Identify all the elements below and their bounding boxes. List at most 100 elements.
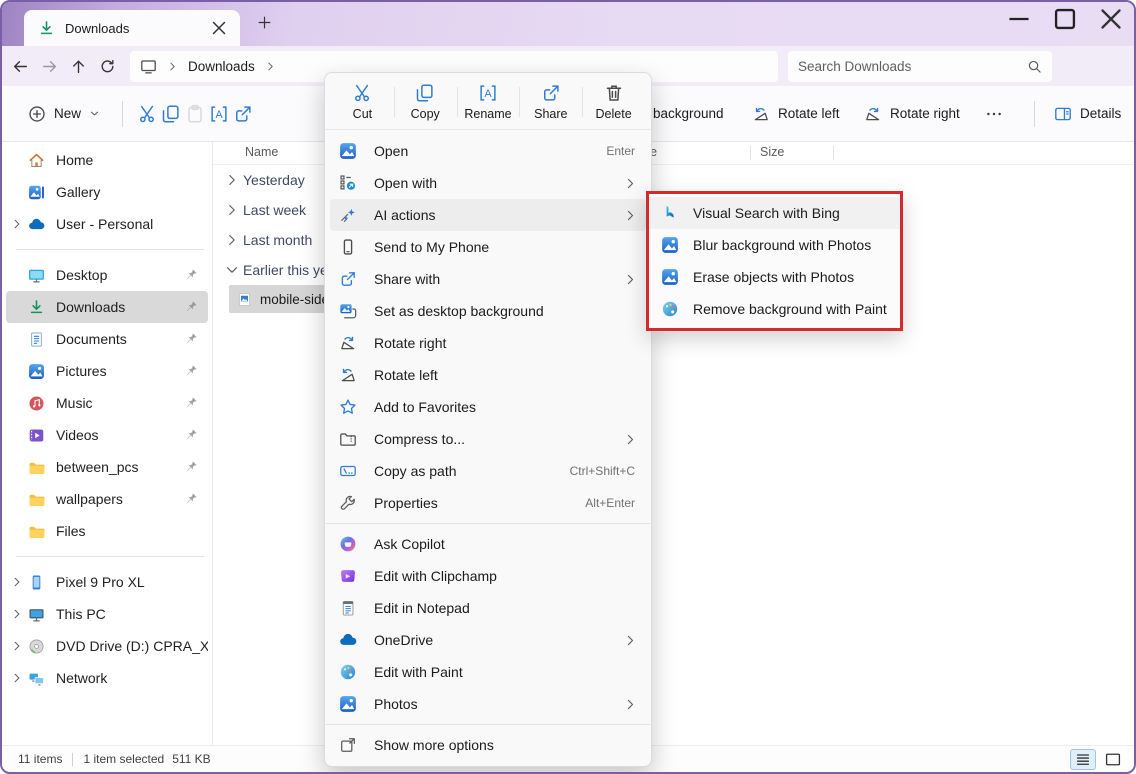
sidebar-item-downloads[interactable]: Downloads: [6, 291, 208, 323]
maximize-button[interactable]: [1042, 2, 1088, 36]
chevron-right-icon[interactable]: [6, 218, 28, 230]
menu-item-rotate-right[interactable]: Rotate right: [330, 327, 646, 359]
new-tab-button[interactable]: [256, 14, 273, 31]
column-size[interactable]: Size: [760, 145, 784, 159]
menu-item-copy-as-path[interactable]: Copy as pathCtrl+Shift+C: [330, 455, 646, 487]
menu-item-open[interactable]: OpenEnter: [330, 135, 646, 167]
menu-item-edit-with-paint[interactable]: Edit with Paint: [330, 656, 646, 688]
menu-item-onedrive[interactable]: OneDrive: [330, 624, 646, 656]
disc-icon: [28, 638, 45, 655]
menu-item-send-to-my-phone[interactable]: Send to My Phone: [330, 231, 646, 263]
cmd-rename-button[interactable]: ARename: [457, 77, 520, 127]
menu-item-share-with[interactable]: Share with: [330, 263, 646, 295]
menu-item-edit-in-notepad[interactable]: Edit in Notepad: [330, 592, 646, 624]
ai-submenu-item-remove-background-with-paint[interactable]: Remove background with Paint: [649, 293, 900, 325]
ai-submenu-item-blur-background-with-photos[interactable]: Blur background with Photos: [649, 229, 900, 261]
menu-item-add-to-favorites[interactable]: Add to Favorites: [330, 391, 646, 423]
share-button[interactable]: [233, 104, 253, 124]
thumbnail-view-toggle[interactable]: [1100, 749, 1126, 770]
details-toggle-button[interactable]: Details: [1054, 86, 1121, 141]
cut-button[interactable]: [137, 104, 157, 124]
ai-submenu-item-visual-search-with-bing[interactable]: Visual Search with Bing: [649, 197, 900, 229]
menu-item-label: Photos: [374, 696, 624, 712]
forward-button[interactable]: [41, 58, 58, 75]
folder-icon: [28, 459, 45, 476]
sidebar-item-videos[interactable]: Videos: [6, 419, 208, 451]
menu-item-set-as-desktop-background[interactable]: Set as desktop background: [330, 295, 646, 327]
up-button[interactable]: [70, 58, 87, 75]
chevron-right-icon[interactable]: [225, 173, 239, 187]
sidebar-item-network[interactable]: Network: [6, 662, 208, 694]
sidebar-item-dvd-drive-d-cpra-x64fre[interactable]: DVD Drive (D:) CPRA_X64FRE_: [6, 630, 208, 662]
window-controls: [996, 2, 1134, 36]
breadcrumb-location[interactable]: Downloads: [188, 59, 255, 74]
chevron-right-icon[interactable]: [6, 576, 28, 588]
menu-item-compress-to[interactable]: Compress to...: [330, 423, 646, 455]
menu-item-photos[interactable]: Photos: [330, 688, 646, 720]
copy-icon: [415, 83, 435, 103]
cmd-copy-button[interactable]: Copy: [394, 77, 457, 127]
tab-downloads[interactable]: Downloads: [24, 10, 240, 46]
sidebar-item-this-pc[interactable]: This PC: [6, 598, 208, 630]
file-explorer-window: Downloads Downloads Ne: [0, 0, 1136, 774]
sidebar-item-music[interactable]: Music: [6, 387, 208, 419]
column-divider[interactable]: [750, 146, 751, 160]
sidebar-item-gallery[interactable]: Gallery: [6, 176, 208, 208]
sidebar-item-between-pcs[interactable]: between_pcs: [6, 451, 208, 483]
close-button[interactable]: [1088, 2, 1134, 36]
menu-item-label: Edit in Notepad: [374, 600, 637, 616]
copy-button[interactable]: [161, 104, 181, 124]
chevron-right-icon[interactable]: [6, 640, 28, 652]
menu-item-label: Rotate left: [374, 367, 637, 383]
paste-button[interactable]: [185, 104, 205, 124]
refresh-button[interactable]: [99, 58, 116, 75]
file-group-label: Last month: [243, 232, 312, 248]
column-name[interactable]: Name: [245, 145, 278, 159]
chevron-right-icon[interactable]: [265, 61, 276, 72]
list-view-toggle[interactable]: [1070, 749, 1096, 770]
image-file-icon: [237, 292, 252, 307]
sidebar-item-home[interactable]: Home: [6, 144, 208, 176]
sidebar-item-pictures[interactable]: Pictures: [6, 355, 208, 387]
sidebar-item-user-personal[interactable]: User - Personal: [6, 208, 208, 240]
sidebar-item-pixel-9-pro-xl[interactable]: Pixel 9 Pro XL: [6, 566, 208, 598]
menu-item-open-with[interactable]: Open with: [330, 167, 646, 199]
sidebar-item-label: Pictures: [56, 363, 184, 379]
menu-item-properties[interactable]: PropertiesAlt+Enter: [330, 487, 646, 519]
menu-item-ask-copilot[interactable]: Ask Copilot: [330, 528, 646, 560]
ai-submenu-item-erase-objects-with-photos[interactable]: Erase objects with Photos: [649, 261, 900, 293]
chevron-right-icon[interactable]: [6, 608, 28, 620]
rename-button[interactable]: A: [209, 104, 229, 124]
see-more-button[interactable]: [985, 86, 1003, 141]
ai-submenu-item-label: Blur background with Photos: [693, 237, 888, 253]
set-as-background-button[interactable]: background: [653, 86, 724, 141]
menu-item-edit-with-clipchamp[interactable]: Edit with Clipchamp: [330, 560, 646, 592]
tab-close-icon[interactable]: [208, 17, 230, 39]
minimize-button[interactable]: [996, 2, 1042, 36]
menu-item-ai-actions[interactable]: AI actions: [330, 199, 646, 231]
back-button[interactable]: [12, 58, 29, 75]
share-icon: [339, 270, 357, 288]
sidebar-item-files[interactable]: Files: [6, 515, 208, 547]
sidebar-item-desktop[interactable]: Desktop: [6, 259, 208, 291]
rotate-right-button[interactable]: Rotate right: [864, 86, 960, 141]
search-input[interactable]: [798, 59, 1027, 74]
trash-icon: [604, 83, 624, 103]
chevron-right-icon[interactable]: [225, 203, 239, 217]
column-divider[interactable]: [833, 146, 834, 160]
chevron-down-icon[interactable]: [225, 263, 239, 277]
menu-item-show-more-options[interactable]: Show more options: [330, 729, 646, 761]
svg-text:A: A: [215, 109, 223, 121]
search-box[interactable]: [788, 51, 1052, 82]
chevron-right-icon[interactable]: [6, 672, 28, 684]
cmd-cut-button[interactable]: Cut: [331, 77, 394, 127]
cmd-delete-button[interactable]: Delete: [582, 77, 645, 127]
chevron-right-icon[interactable]: [225, 233, 239, 247]
menu-item-rotate-left[interactable]: Rotate left: [330, 359, 646, 391]
cmd-share-button[interactable]: Share: [519, 77, 582, 127]
sidebar-item-wallpapers[interactable]: wallpapers: [6, 483, 208, 515]
rotate-left-button[interactable]: Rotate left: [752, 86, 840, 141]
sidebar-item-documents[interactable]: Documents: [6, 323, 208, 355]
home-icon: [28, 152, 45, 169]
new-button[interactable]: New: [18, 99, 110, 129]
